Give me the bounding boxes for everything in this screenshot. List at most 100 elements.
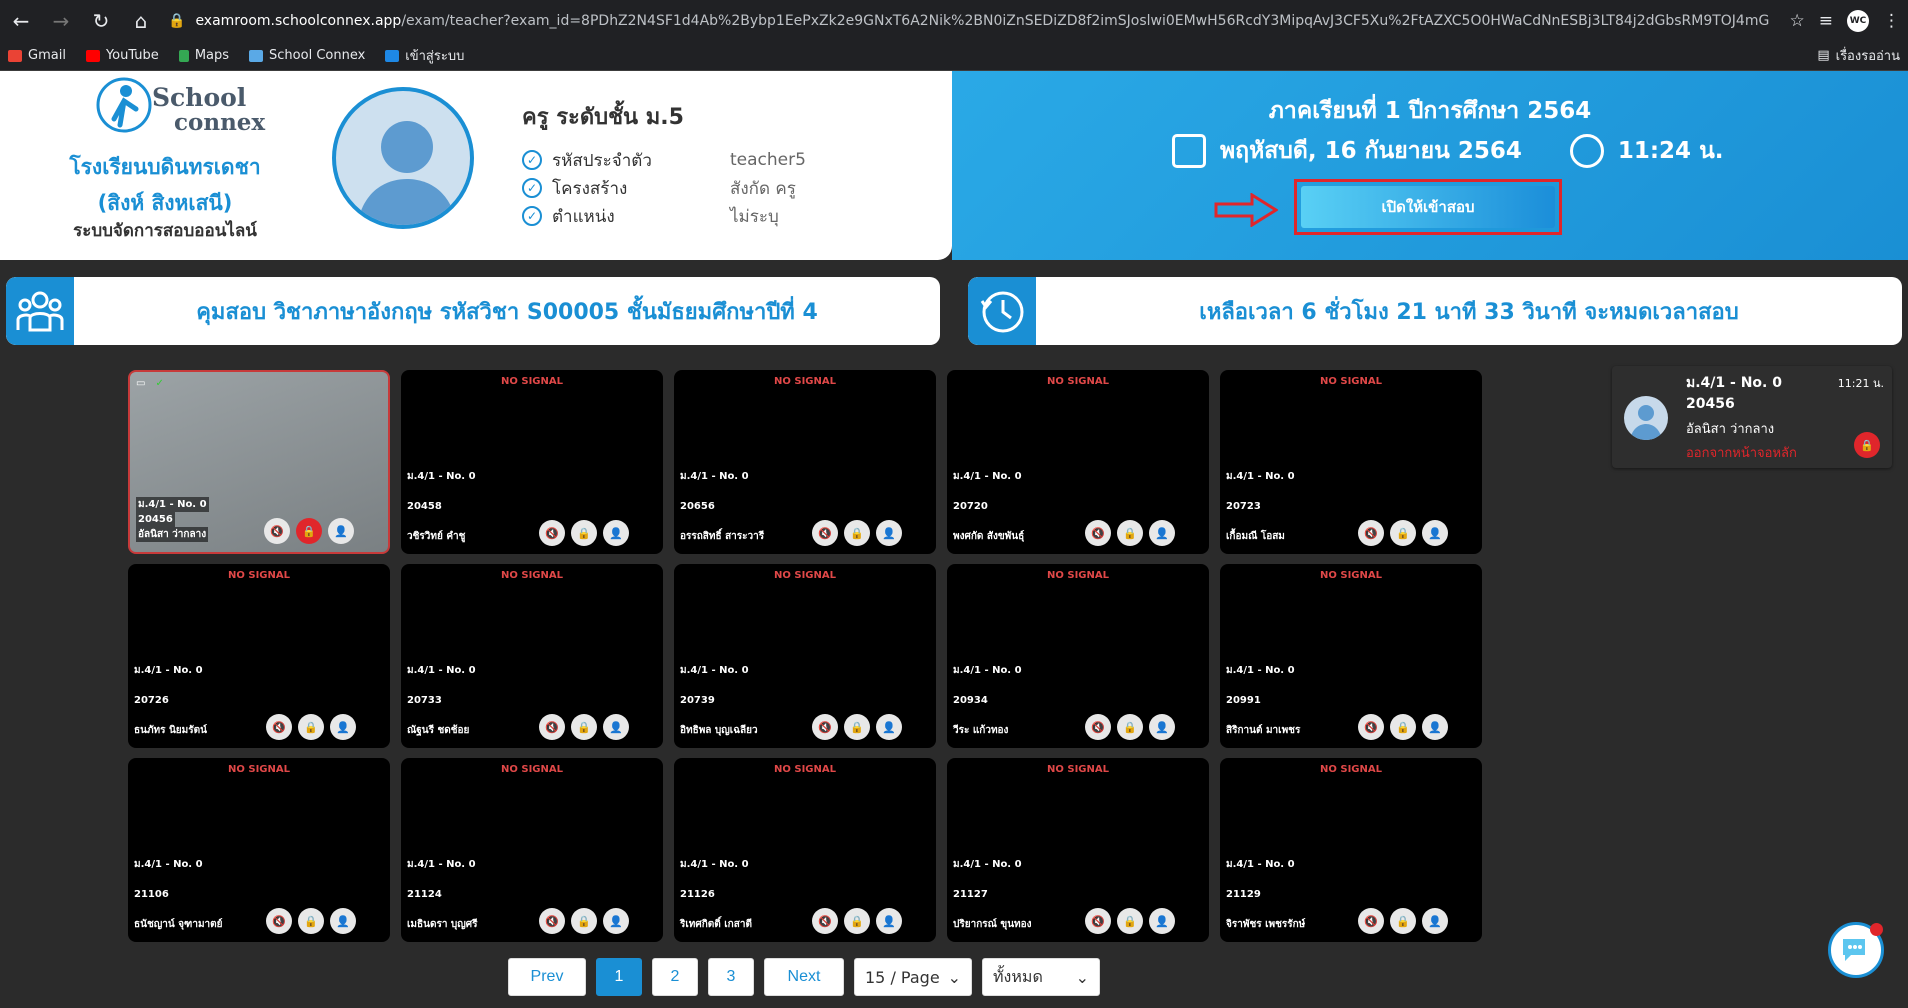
student-tile[interactable]: NO SIGNAL ม.4/1 - No. 0 20733 ณัฐนรี ชดช้อย…	[401, 564, 663, 748]
lock-icon[interactable]: 🔒	[1390, 714, 1416, 740]
user-icon[interactable]: 👤	[1422, 908, 1448, 934]
user-icon[interactable]: 👤	[603, 520, 629, 546]
user-icon[interactable]: 👤	[1149, 714, 1175, 740]
back-icon[interactable]: ←	[8, 9, 34, 33]
user-icon[interactable]: 👤	[330, 908, 356, 934]
chat-button[interactable]	[1828, 922, 1884, 978]
student-tile[interactable]: NO SIGNAL ม.4/1 - No. 0 21126 ริเทศกิตติ์ เ…	[674, 758, 936, 942]
star-icon[interactable]: ☆	[1790, 11, 1805, 31]
lock-icon[interactable]: 🔒	[298, 714, 324, 740]
home-icon[interactable]: ⌂	[128, 9, 154, 33]
lock-icon[interactable]: 🔒	[1390, 908, 1416, 934]
lock-icon[interactable]: 🔒	[844, 908, 870, 934]
mute-icon[interactable]: 🔇	[1358, 714, 1384, 740]
mute-icon[interactable]: 🔇	[1085, 714, 1111, 740]
user-icon[interactable]: 👤	[876, 908, 902, 934]
reading-list-label: เรื่องรออ่าน	[1835, 49, 1900, 64]
mute-icon[interactable]: 🔇	[1358, 908, 1384, 934]
lock-icon[interactable]: 🔒	[1390, 520, 1416, 546]
user-icon[interactable]: 👤	[328, 518, 354, 544]
lock-icon[interactable]: 🔒	[1854, 432, 1880, 458]
info-value: ไม่ระบุ	[730, 206, 779, 227]
tile-student-name: อิทธิพล บุญเฉลียว	[680, 725, 758, 736]
lock-icon[interactable]: 🔒	[296, 518, 322, 544]
student-tile[interactable]: NO SIGNAL ม.4/1 - No. 0 20656 อรรถสิทธิ์ สา…	[674, 370, 936, 554]
schoolconnex-icon	[249, 49, 264, 62]
user-icon[interactable]: 👤	[1422, 714, 1448, 740]
per-page-select[interactable]: 15 / Page ⌄	[854, 958, 972, 996]
mute-icon[interactable]: 🔇	[264, 518, 290, 544]
student-tile[interactable]: NO SIGNAL ม.4/1 - No. 0 20720 พงศกัด สังขพั…	[947, 370, 1209, 554]
mute-icon[interactable]: 🔇	[1085, 520, 1111, 546]
page-1[interactable]: 1	[596, 958, 642, 996]
prev-button[interactable]: Prev	[508, 958, 586, 996]
lock-icon[interactable]: 🔒	[1117, 908, 1143, 934]
filter-select[interactable]: ทั้งหมด ⌄	[982, 958, 1100, 996]
lock-icon[interactable]: 🔒	[571, 520, 597, 546]
next-button[interactable]: Next	[764, 958, 844, 996]
tile-controls: 🔇 🔒 👤	[812, 520, 902, 546]
mute-icon[interactable]: 🔇	[539, 520, 565, 546]
menu-icon[interactable]: ⋮	[1883, 11, 1900, 31]
notification-card[interactable]: ม.4/1 - No. 0 11:21 น. 20456 อัลนิสา ว่า…	[1612, 366, 1892, 468]
student-tile[interactable]: ▭ ✓ ม.4/1 - No. 0 20456 อัลนิสา ว่ากลาง 🔇 🔒 👤	[128, 370, 390, 554]
lock-icon[interactable]: 🔒	[844, 714, 870, 740]
lock-icon[interactable]: 🔒	[844, 520, 870, 546]
mute-icon[interactable]: 🔇	[539, 908, 565, 934]
forward-icon[interactable]: →	[48, 9, 74, 33]
profile-avatar[interactable]: WC	[1847, 9, 1869, 32]
lock-icon[interactable]: 🔒	[1117, 520, 1143, 546]
media-icon[interactable]: ≡	[1819, 11, 1833, 31]
student-tile[interactable]: NO SIGNAL ม.4/1 - No. 0 21127 ปริยากรณ์ ขุน…	[947, 758, 1209, 942]
reading-list[interactable]: ▤ เรื่องรออ่าน	[1817, 45, 1900, 66]
student-tile[interactable]: NO SIGNAL ม.4/1 - No. 0 20934 วีระ แก้วทอง 🔇…	[947, 564, 1209, 748]
check-icon: ✓	[522, 178, 542, 198]
mute-icon[interactable]: 🔇	[539, 714, 565, 740]
bookmark-gmail[interactable]: Gmail	[8, 48, 66, 63]
student-tile[interactable]: NO SIGNAL ม.4/1 - No. 0 21124 เมธินดรา บุญศ…	[401, 758, 663, 942]
student-tile[interactable]: NO SIGNAL ม.4/1 - No. 0 20726 ธนภัทร นิยมรั…	[128, 564, 390, 748]
mute-icon[interactable]: 🔇	[812, 908, 838, 934]
no-signal-label: NO SIGNAL	[228, 570, 290, 581]
tile-controls: 🔇 🔒 👤	[1085, 520, 1175, 546]
student-tile[interactable]: NO SIGNAL ม.4/1 - No. 0 20458 วชิรวิทย์ คำช…	[401, 370, 663, 554]
mute-icon[interactable]: 🔇	[1358, 520, 1384, 546]
bookmark-youtube[interactable]: YouTube	[85, 48, 159, 63]
no-signal-label: NO SIGNAL	[228, 764, 290, 775]
exam-bar: คุมสอบ วิชาภาษาอังกฤษ รหัสวิชา S00005 ชั…	[6, 277, 940, 345]
user-icon[interactable]: 👤	[603, 714, 629, 740]
lock-icon[interactable]: 🔒	[571, 908, 597, 934]
student-tile[interactable]: NO SIGNAL ม.4/1 - No. 0 20991 สิริกานต์ มาเ…	[1220, 564, 1482, 748]
user-icon[interactable]: 👤	[1149, 908, 1175, 934]
page-3[interactable]: 3	[708, 958, 754, 996]
user-icon[interactable]: 👤	[876, 714, 902, 740]
lock-icon[interactable]: 🔒	[298, 908, 324, 934]
open-exam-button[interactable]: เปิดให้เข้าสอบ	[1301, 186, 1555, 228]
user-icon[interactable]: 👤	[603, 908, 629, 934]
page-2[interactable]: 2	[652, 958, 698, 996]
student-tile[interactable]: NO SIGNAL ม.4/1 - No. 0 20739 อิทธิพล บุญเฉ…	[674, 564, 936, 748]
reload-icon[interactable]: ↻	[88, 9, 114, 33]
address-bar[interactable]: 🔒 examroom.schoolconnex.app/exam/teacher…	[168, 5, 1776, 36]
mute-icon[interactable]: 🔇	[1085, 908, 1111, 934]
lock-icon: 🔒	[168, 12, 186, 29]
mute-icon[interactable]: 🔇	[266, 714, 292, 740]
tile-student-name: วชิรวิทย์ คำชู	[407, 531, 466, 542]
student-tile[interactable]: NO SIGNAL ม.4/1 - No. 0 21106 ธนัชญาน์ จุฑา…	[128, 758, 390, 942]
user-icon[interactable]: 👤	[876, 520, 902, 546]
bookmark-login[interactable]: เข้าสู่ระบบ	[385, 45, 464, 66]
mute-icon[interactable]: 🔇	[812, 714, 838, 740]
user-icon[interactable]: 👤	[1149, 520, 1175, 546]
tile-class: ม.4/1 - No. 0	[680, 665, 749, 676]
lock-icon[interactable]: 🔒	[1117, 714, 1143, 740]
user-icon[interactable]: 👤	[330, 714, 356, 740]
bookmark-schoolconnex[interactable]: School Connex	[249, 48, 365, 63]
bookmark-maps[interactable]: Maps	[178, 48, 229, 63]
tile-class: ม.4/1 - No. 0	[407, 471, 476, 482]
student-tile[interactable]: NO SIGNAL ม.4/1 - No. 0 21129 จิราพัชร เพชร…	[1220, 758, 1482, 942]
mute-icon[interactable]: 🔇	[266, 908, 292, 934]
student-tile[interactable]: NO SIGNAL ม.4/1 - No. 0 20723 เกื้อมณี โอสม…	[1220, 370, 1482, 554]
mute-icon[interactable]: 🔇	[812, 520, 838, 546]
user-icon[interactable]: 👤	[1422, 520, 1448, 546]
lock-icon[interactable]: 🔒	[571, 714, 597, 740]
